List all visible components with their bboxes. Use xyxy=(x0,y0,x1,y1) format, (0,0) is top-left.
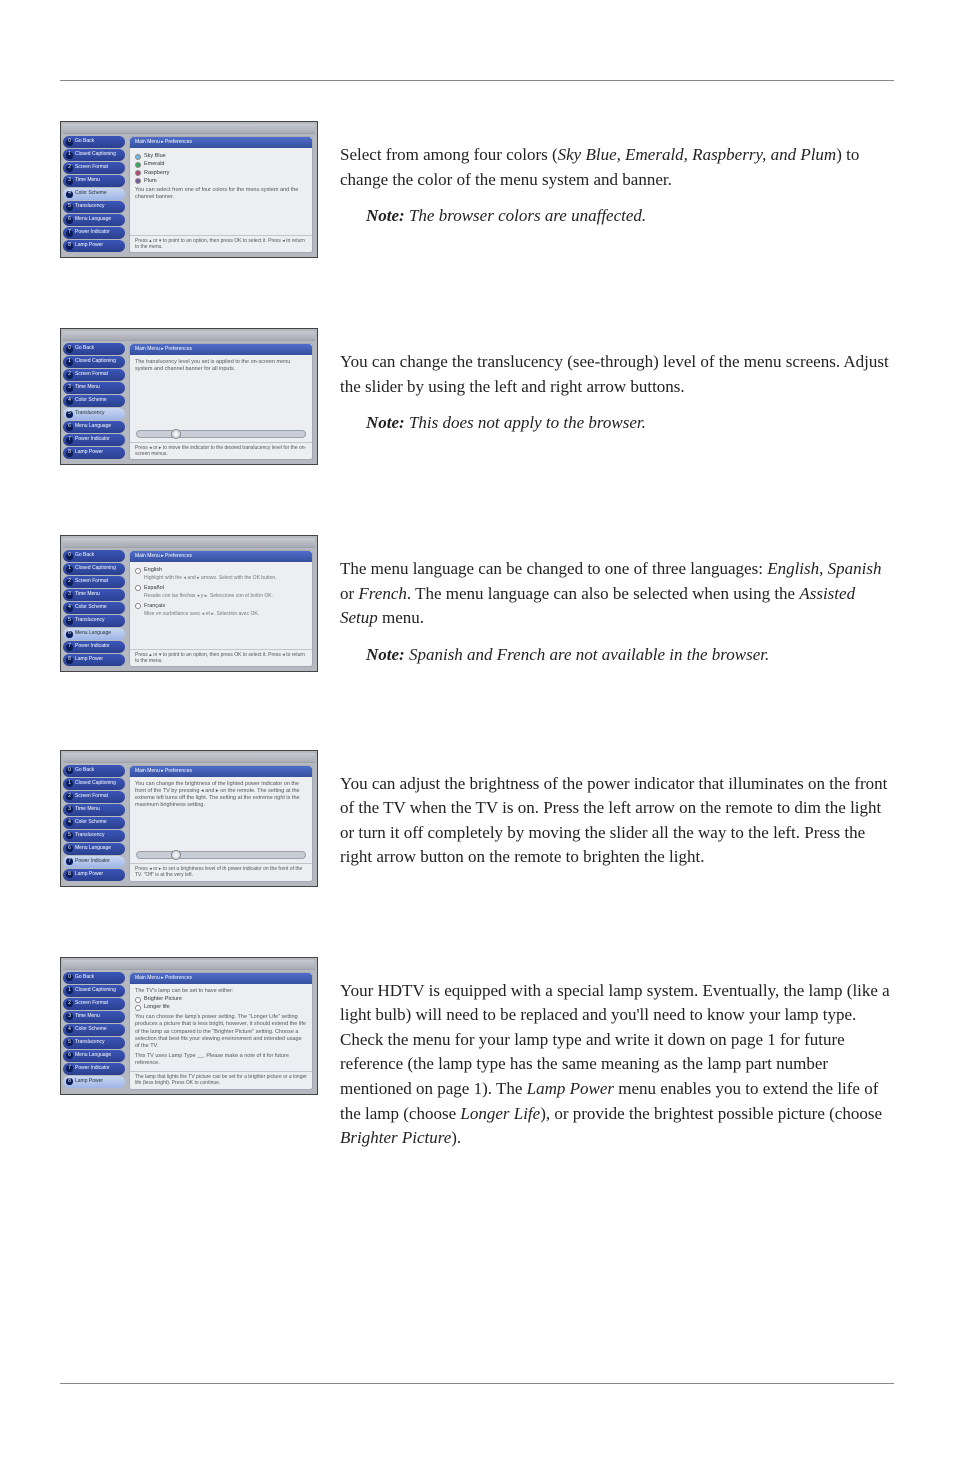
menu-item-time-menu: 3Time Menu xyxy=(63,382,125,394)
menu-item-closed-captioning: 1Closed Captioning xyxy=(63,563,125,575)
lang-subtext: Resalte con las flechas ◂ y ▸. Seleccion… xyxy=(144,593,307,600)
breadcrumb: Main Menu ▸ Preferences xyxy=(130,551,312,562)
menu-item-screen-format: 2Screen Format xyxy=(63,998,125,1010)
menu-item-color-scheme: 4Color Scheme xyxy=(63,1024,125,1036)
menu-item-closed-captioning: 1Closed Captioning xyxy=(63,149,125,161)
menu-item-closed-captioning: 1Closed Captioning xyxy=(63,356,125,368)
menu-item-menu-language: 6Menu Language xyxy=(63,1050,125,1062)
section-lamp-power: 0Go Back1Closed Captioning2Screen Format… xyxy=(60,957,894,1163)
top-rule xyxy=(60,80,894,81)
option-brighter-picture: Brighter Picture xyxy=(144,996,182,1003)
menu-item-lamp-power: 8Lamp Power xyxy=(63,654,125,666)
screenshot-color-scheme: 0Go Back1Closed Captioning2Screen Format… xyxy=(60,121,318,258)
menu-item-lamp-power: 8Lamp Power xyxy=(63,240,125,252)
panel-help-text: You can change the brightness of the lig… xyxy=(135,781,307,810)
section-power-indicator: 0Go Back1Closed Captioning2Screen Format… xyxy=(60,750,894,887)
screenshot-translucency: 0Go Back1Closed Captioning2Screen Format… xyxy=(60,328,318,465)
menu-item-time-menu: 3Time Menu xyxy=(63,175,125,187)
power-indicator-slider xyxy=(136,851,306,859)
option-sky-blue: Sky Blue xyxy=(144,153,166,160)
menu-item-translucency: 5Translucency xyxy=(63,615,125,627)
breadcrumb: Main Menu ▸ Preferences xyxy=(130,137,312,148)
section-color-scheme: 0Go Back1Closed Captioning2Screen Format… xyxy=(60,121,894,258)
panel-footer: Press ▴ or ▾ to point to an option, then… xyxy=(130,235,312,253)
panel-footer: The lamp that lights the TV picture can … xyxy=(130,1071,312,1089)
menu-item-screen-format: 2Screen Format xyxy=(63,791,125,803)
menu-item-power-indicator: 7Power Indicator xyxy=(63,434,125,446)
menu-item-closed-captioning: 1Closed Captioning xyxy=(63,985,125,997)
menu-item-screen-format: 2Screen Format xyxy=(63,162,125,174)
lang-option: Español xyxy=(144,585,164,592)
menu-item-translucency: 5Translucency xyxy=(63,201,125,213)
breadcrumb: Main Menu ▸ Preferences xyxy=(130,973,312,984)
screenshot-menu-language: 0Go Back1Closed Captioning2Screen Format… xyxy=(60,535,318,672)
lang-option: English xyxy=(144,567,162,574)
menu-item-screen-format: 2Screen Format xyxy=(63,369,125,381)
menu-item-color-scheme: 4Color Scheme xyxy=(63,602,125,614)
menu-item-lamp-power: 8Lamp Power xyxy=(63,1076,125,1088)
option-raspberry: Raspberry xyxy=(144,170,169,177)
lang-subtext: Highlight with the ◂ and ▸ arrows. Selec… xyxy=(144,575,307,582)
menu-item-power-indicator: 7Power Indicator xyxy=(63,641,125,653)
option-emerald: Emerald xyxy=(144,161,164,168)
menu-item-power-indicator: 7Power Indicator xyxy=(63,1063,125,1075)
menu-item-go-back: 0Go Back xyxy=(63,136,125,148)
menu-item-menu-language: 6Menu Language xyxy=(63,628,125,640)
breadcrumb: Main Menu ▸ Preferences xyxy=(130,344,312,355)
panel-intro: The TV's lamp can be set to have either: xyxy=(135,988,307,995)
menu-item-power-indicator: 7Power Indicator xyxy=(63,227,125,239)
menu-item-power-indicator: 7Power Indicator xyxy=(63,856,125,868)
menu-item-go-back: 0Go Back xyxy=(63,550,125,562)
menu-item-menu-language: 6Menu Language xyxy=(63,421,125,433)
menu-item-time-menu: 3Time Menu xyxy=(63,804,125,816)
menu-item-color-scheme: 4Color Scheme xyxy=(63,817,125,829)
panel-lamp-type-note: This TV uses Lamp Type __. Please make a… xyxy=(135,1053,307,1067)
menu-item-time-menu: 3Time Menu xyxy=(63,1011,125,1023)
section-menu-language: 0Go Back1Closed Captioning2Screen Format… xyxy=(60,535,894,680)
menu-language-note: Note: Spanish and French are not availab… xyxy=(340,643,894,668)
panel-footer: Press ◂ or ▸ to move the indicator to th… xyxy=(130,442,312,460)
menu-item-translucency: 5Translucency xyxy=(63,1037,125,1049)
menu-item-go-back: 0Go Back xyxy=(63,765,125,777)
menu-item-lamp-power: 8Lamp Power xyxy=(63,447,125,459)
screenshot-lamp-power: 0Go Back1Closed Captioning2Screen Format… xyxy=(60,957,318,1095)
power-indicator-desc: You can adjust the brightness of the pow… xyxy=(340,772,894,871)
color-scheme-note: Note: The browser colors are unaffected. xyxy=(340,204,894,229)
translucency-note: Note: This does not apply to the browser… xyxy=(340,411,894,436)
menu-item-color-scheme: 4Color Scheme xyxy=(63,395,125,407)
color-scheme-desc: Select from among four colors (Sky Blue,… xyxy=(340,143,894,192)
menu-item-time-menu: 3Time Menu xyxy=(63,589,125,601)
section-translucency: 0Go Back1Closed Captioning2Screen Format… xyxy=(60,328,894,465)
lamp-power-desc: Your HDTV is equipped with a special lam… xyxy=(340,979,894,1151)
menu-item-lamp-power: 8Lamp Power xyxy=(63,869,125,881)
panel-footer: Press ▴ or ▾ to point to an option, then… xyxy=(130,649,312,667)
option-longer-life: Longer life xyxy=(144,1004,170,1011)
bottom-rule xyxy=(60,1383,894,1384)
breadcrumb: Main Menu ▸ Preferences xyxy=(130,766,312,777)
menu-item-go-back: 0Go Back xyxy=(63,343,125,355)
panel-help-text: You can select from one of four colors f… xyxy=(135,187,307,201)
menu-item-translucency: 5Translucency xyxy=(63,408,125,420)
screenshot-power-indicator: 0Go Back1Closed Captioning2Screen Format… xyxy=(60,750,318,887)
menu-item-go-back: 0Go Back xyxy=(63,972,125,984)
menu-item-closed-captioning: 1Closed Captioning xyxy=(63,778,125,790)
lang-option: Français xyxy=(144,603,165,610)
menu-item-menu-language: 6Menu Language xyxy=(63,214,125,226)
translucency-desc: You can change the translucency (see-thr… xyxy=(340,350,894,399)
panel-help-text: You can choose the lamp's power setting.… xyxy=(135,1014,307,1050)
panel-footer: Press ◂ or ▸ to set a brightness level o… xyxy=(130,863,312,881)
option-plum: Plum xyxy=(144,178,157,185)
panel-help-text: The translucency level you set is applie… xyxy=(135,359,307,373)
translucency-slider xyxy=(136,430,306,438)
menu-item-menu-language: 6Menu Language xyxy=(63,843,125,855)
menu-language-desc: The menu language can be changed to one … xyxy=(340,557,894,631)
menu-item-screen-format: 2Screen Format xyxy=(63,576,125,588)
lang-subtext: Mise en surbrillance avec ◂ et ▸. Sélect… xyxy=(144,611,307,618)
menu-item-color-scheme: 4Color Scheme xyxy=(63,188,125,200)
menu-item-translucency: 5Translucency xyxy=(63,830,125,842)
